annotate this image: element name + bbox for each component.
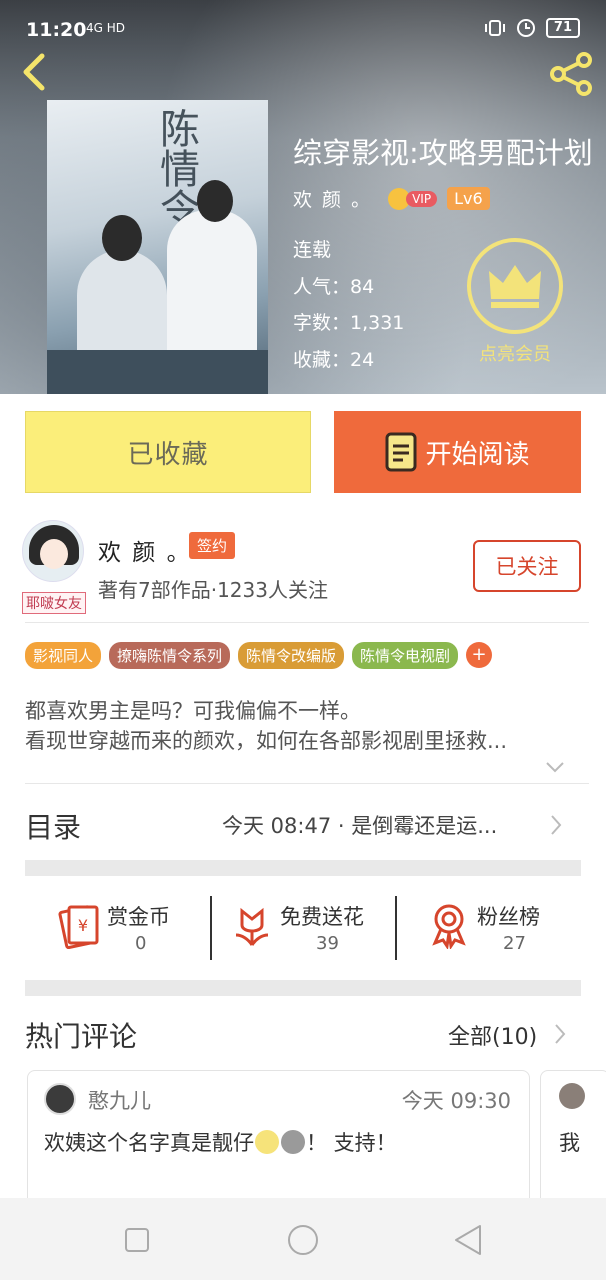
cover-figure-left-head bbox=[102, 215, 142, 261]
flower-icon bbox=[235, 907, 269, 946]
tag-item[interactable]: 陈情令电视剧 bbox=[352, 642, 459, 669]
section-separator bbox=[25, 980, 581, 996]
commenter-name[interactable]: 憨九儿 bbox=[88, 1085, 151, 1115]
divider bbox=[25, 622, 589, 623]
chevron-right-icon[interactable] bbox=[553, 1023, 567, 1045]
tag-item[interactable]: 撩嗨陈情令系列 bbox=[109, 642, 231, 669]
author-works-summary: 著有7部作品·1233人关注 bbox=[98, 578, 328, 602]
book-title: 综穿影视:攻略男配计划 bbox=[293, 136, 593, 170]
reward-coins-action[interactable]: ¥ 赏金币 0 bbox=[55, 893, 205, 963]
comment-text-part: 欢姨这个名字真是靓仔 bbox=[44, 1131, 254, 1155]
home-icon[interactable] bbox=[283, 1220, 323, 1260]
send-flower-count: 39 bbox=[316, 933, 339, 954]
book-stats: 连载 人气：84 字数：1,331 收藏：24 bbox=[293, 232, 404, 378]
collected-button[interactable]: 已收藏 bbox=[25, 411, 311, 493]
chevron-down-icon[interactable] bbox=[545, 760, 565, 774]
avatar-face bbox=[40, 539, 68, 569]
all-comments-link[interactable]: 全部(10) bbox=[448, 1019, 537, 1051]
book-author-name[interactable]: 欢 颜 。 bbox=[293, 185, 372, 212]
comment-text: 欢姨这个名字真是靓仔 ！ 支持！ bbox=[44, 1127, 397, 1157]
section-separator bbox=[25, 860, 581, 876]
send-flower-action[interactable]: 免费送花 39 bbox=[228, 893, 388, 963]
crown-icon bbox=[489, 265, 541, 308]
fan-ranking-count: 27 bbox=[503, 933, 526, 954]
book-cover[interactable]: 陈情令 bbox=[47, 100, 268, 394]
book-author-line: 欢 颜 。 VIP Lv6 bbox=[293, 185, 490, 212]
cover-figure-right-head bbox=[197, 180, 233, 222]
signed-badge: 签约 bbox=[189, 532, 236, 559]
alarm-icon bbox=[516, 19, 535, 37]
vip-badge: VIP bbox=[388, 187, 438, 210]
comment-text-part: ！ 支持！ bbox=[306, 1131, 397, 1155]
book-detail-page: 11:20 4G HD 71 陈情令 综穿影视:攻略男配计划 欢 颜 。 VIP… bbox=[0, 0, 606, 1280]
book-hero: 11:20 4G HD 71 陈情令 综穿影视:攻略男配计划 欢 颜 。 VIP… bbox=[0, 0, 606, 394]
book-icon bbox=[385, 432, 417, 472]
toc-latest-chapter[interactable]: 今天 08:47 · 是倒霉还是运... bbox=[222, 810, 526, 840]
member-label: 点亮会员 bbox=[479, 344, 551, 365]
fan-ranking-action[interactable]: 粉丝榜 27 bbox=[425, 893, 565, 963]
divider bbox=[210, 896, 212, 960]
vibrate-icon bbox=[484, 20, 505, 36]
comment-card[interactable]: 憨九儿 今天 09:30 欢姨这个名字真是靓仔 ！ 支持！ bbox=[27, 1070, 530, 1210]
share-button[interactable] bbox=[548, 52, 596, 96]
comment-card[interactable]: 我 bbox=[540, 1070, 606, 1210]
book-word-count: 字数：1,331 bbox=[293, 312, 405, 334]
comment-time: 今天 09:30 bbox=[401, 1089, 511, 1113]
member-button[interactable]: 点亮会员 bbox=[467, 238, 563, 366]
status-bar: 11:20 4G HD 71 bbox=[0, 0, 606, 46]
system-nav-bar bbox=[0, 1198, 606, 1280]
commenter-avatar[interactable] bbox=[559, 1083, 585, 1109]
status-time: 11:20 bbox=[26, 19, 87, 41]
cover-title: 陈情令 bbox=[153, 108, 199, 228]
recent-apps-icon[interactable] bbox=[117, 1220, 157, 1260]
cover-table bbox=[47, 350, 268, 394]
status-icons: 71 bbox=[484, 18, 580, 38]
battery-icon: 71 bbox=[545, 18, 580, 38]
vip-label: VIP bbox=[406, 190, 438, 207]
gray-emoji-icon bbox=[281, 1130, 305, 1154]
tag-item[interactable]: 影视同人 bbox=[25, 642, 102, 669]
author-name[interactable]: 欢 颜 。 bbox=[98, 533, 192, 567]
level-badge: Lv6 bbox=[447, 187, 490, 210]
toc-label[interactable]: 目录 bbox=[25, 806, 81, 846]
follow-button[interactable]: 已关注 bbox=[473, 540, 581, 592]
smile-emoji-icon bbox=[255, 1130, 279, 1154]
start-reading-button[interactable]: 开始阅读 bbox=[334, 411, 581, 493]
description-line: 看现世穿越而来的颜欢，如何在各部影视剧里拯救... bbox=[25, 729, 508, 753]
tag-item[interactable]: 陈情令改编版 bbox=[238, 642, 345, 669]
hot-comments-title: 热门评论 bbox=[25, 1020, 138, 1053]
book-popularity: 人气：84 bbox=[293, 275, 375, 298]
reward-coins-count: 0 bbox=[135, 933, 147, 954]
start-reading-label: 开始阅读 bbox=[425, 439, 530, 470]
add-tag-button[interactable]: + bbox=[466, 642, 493, 668]
comment-text: 我 bbox=[559, 1131, 580, 1155]
reward-coins-label: 赏金币 bbox=[107, 905, 170, 929]
red-envelope-icon: ¥ bbox=[58, 905, 99, 949]
share-icon bbox=[550, 52, 592, 96]
chevron-right-icon[interactable] bbox=[549, 814, 563, 836]
description-line: 都喜欢男主是吗？可我偏偏不一样。 bbox=[25, 699, 361, 723]
back-triangle-icon[interactable] bbox=[448, 1220, 488, 1260]
medal-icon bbox=[432, 904, 466, 949]
book-status: 连载 bbox=[293, 239, 332, 261]
tag-list: 影视同人 撩嗨陈情令系列 陈情令改编版 陈情令电视剧 + bbox=[25, 642, 493, 669]
divider bbox=[395, 896, 397, 960]
book-favorites: 收藏：24 bbox=[293, 348, 375, 371]
divider bbox=[25, 783, 589, 784]
member-crown-circle bbox=[467, 238, 563, 334]
avatar-tag: 耶啵女友 bbox=[22, 592, 86, 614]
chevron-left-icon bbox=[23, 53, 45, 91]
fan-ranking-label: 粉丝榜 bbox=[477, 905, 540, 929]
author-avatar[interactable] bbox=[22, 520, 84, 582]
signal-indicator: 4G HD bbox=[86, 21, 126, 35]
back-button[interactable] bbox=[14, 52, 54, 92]
send-flower-label: 免费送花 bbox=[280, 905, 364, 929]
book-description[interactable]: 都喜欢男主是吗？可我偏偏不一样。 看现世穿越而来的颜欢，如何在各部影视剧里拯救.… bbox=[25, 696, 565, 756]
svg-text:¥: ¥ bbox=[78, 916, 88, 935]
commenter-avatar[interactable] bbox=[44, 1083, 76, 1115]
